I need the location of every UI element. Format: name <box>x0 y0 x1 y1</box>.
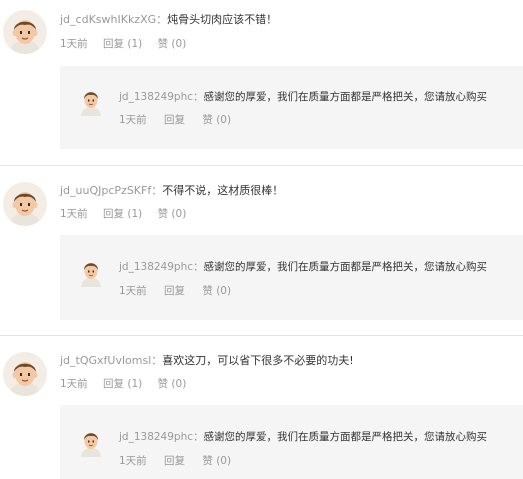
separator: ： <box>193 91 204 103</box>
comment-username[interactable]: jd_cdKswhIKkzXG <box>60 13 156 26</box>
reply-link[interactable]: 回复 <box>164 453 185 468</box>
avatar[interactable] <box>3 182 47 226</box>
like-link[interactable]: 赞 (0) <box>158 206 187 221</box>
comment-meta: 1天前 回复 (1) 赞 (0) <box>60 206 198 221</box>
reply-text: jd_138249phc：感谢您的厚爱，我们在质量方面都是严格把关，您请放心购买 <box>119 89 487 104</box>
comment-text: jd_cdKswhIKkzXG：炖骨头切肉应该不错！ <box>60 11 277 27</box>
reply-avatar[interactable] <box>79 88 103 116</box>
like-link[interactable]: 赞 (0) <box>158 36 187 51</box>
comment-meta: 1天前 回复 (1) 赞 (0) <box>60 36 198 51</box>
comment-item: jd_tQGxfUvlomsl：喜欢这刀，可以省下很多不必要的功夫! 1天前 回… <box>0 336 523 479</box>
reply-text: jd_138249phc：感谢您的厚爱，我们在质量方面都是严格把关，您请放心购买 <box>119 429 487 444</box>
reply-box: jd_138249phc：感谢您的厚爱，我们在质量方面都是严格把关，您请放心购买… <box>60 235 523 320</box>
reply-content: 感谢您的厚爱，我们在质量方面都是严格把关，您请放心购买 <box>203 431 488 443</box>
comment-content: 喜欢这刀，可以省下很多不必要的功夫! <box>162 354 354 367</box>
reply-username[interactable]: jd_138249phc <box>119 431 193 443</box>
comment-meta: 1天前 回复 (1) 赞 (0) <box>60 376 198 391</box>
comment-content: 不得不说，这材质很棒！ <box>162 184 284 197</box>
separator: ： <box>193 261 204 273</box>
reply-time: 1天前 <box>119 114 147 126</box>
reply-count-link[interactable]: 回复 (1) <box>103 206 142 221</box>
reply-username[interactable]: jd_138249phc <box>119 91 193 103</box>
reply-text: jd_138249phc：感谢您的厚爱，我们在质量方面都是严格把关，您请放心购买 <box>119 259 487 274</box>
comment-time: 1天前 <box>60 38 88 50</box>
user-avatar-icon <box>3 10 47 54</box>
user-avatar-icon <box>79 88 103 116</box>
like-link[interactable]: 赞 (0) <box>202 112 231 127</box>
like-link[interactable]: 赞 (0) <box>202 453 231 468</box>
reply-count-link[interactable]: 回复 (1) <box>103 376 142 391</box>
separator: ： <box>151 354 163 367</box>
user-avatar-icon <box>3 352 47 396</box>
reply-link[interactable]: 回复 <box>164 112 185 127</box>
user-avatar-icon <box>79 429 103 457</box>
user-avatar-icon <box>3 182 47 226</box>
avatar[interactable] <box>3 10 47 54</box>
reply-box: jd_138249phc：感谢您的厚爱，我们在质量方面都是严格把关，您请放心购买… <box>60 405 523 479</box>
like-link[interactable]: 赞 (0) <box>202 283 231 298</box>
reply-link[interactable]: 回复 <box>164 283 185 298</box>
reply-box: jd_138249phc：感谢您的厚爱，我们在质量方面都是严格把关，您请放心购买… <box>60 66 523 149</box>
user-avatar-icon <box>79 259 103 287</box>
comment-username[interactable]: jd_tQGxfUvlomsl <box>60 354 151 367</box>
reply-count-link[interactable]: 回复 (1) <box>103 36 142 51</box>
reply-content: 感谢您的厚爱，我们在质量方面都是严格把关，您请放心购买 <box>203 91 488 103</box>
comment-item: jd_uuQJpcPzSKFf：不得不说，这材质很棒！ 1天前 回复 (1) 赞… <box>0 166 523 336</box>
reply-content: 感谢您的厚爱，我们在质量方面都是严格把关，您请放心购买 <box>203 261 488 273</box>
reply-avatar[interactable] <box>79 429 103 457</box>
reply-time: 1天前 <box>119 455 147 467</box>
avatar[interactable] <box>3 352 47 396</box>
reply-meta: 1天前 回复 赞 (0) <box>119 112 245 127</box>
like-link[interactable]: 赞 (0) <box>158 376 187 391</box>
comment-text: jd_uuQJpcPzSKFf：不得不说，这材质很棒！ <box>60 182 283 198</box>
comment-time: 1天前 <box>60 208 88 220</box>
reply-meta: 1天前 回复 赞 (0) <box>119 453 245 468</box>
comment-username[interactable]: jd_uuQJpcPzSKFf <box>60 184 151 197</box>
separator: ： <box>193 431 204 443</box>
reply-avatar[interactable] <box>79 259 103 287</box>
comment-time: 1天前 <box>60 378 88 390</box>
comment-text: jd_tQGxfUvlomsl：喜欢这刀，可以省下很多不必要的功夫! <box>60 352 354 368</box>
separator: ： <box>151 184 163 197</box>
separator: ： <box>156 13 168 26</box>
comment-content: 炖骨头切肉应该不错！ <box>167 13 278 26</box>
reply-meta: 1天前 回复 赞 (0) <box>119 283 245 298</box>
reply-username[interactable]: jd_138249phc <box>119 261 193 273</box>
comment-item: jd_cdKswhIKkzXG：炖骨头切肉应该不错！ 1天前 回复 (1) 赞 … <box>0 0 523 166</box>
reply-time: 1天前 <box>119 285 147 297</box>
